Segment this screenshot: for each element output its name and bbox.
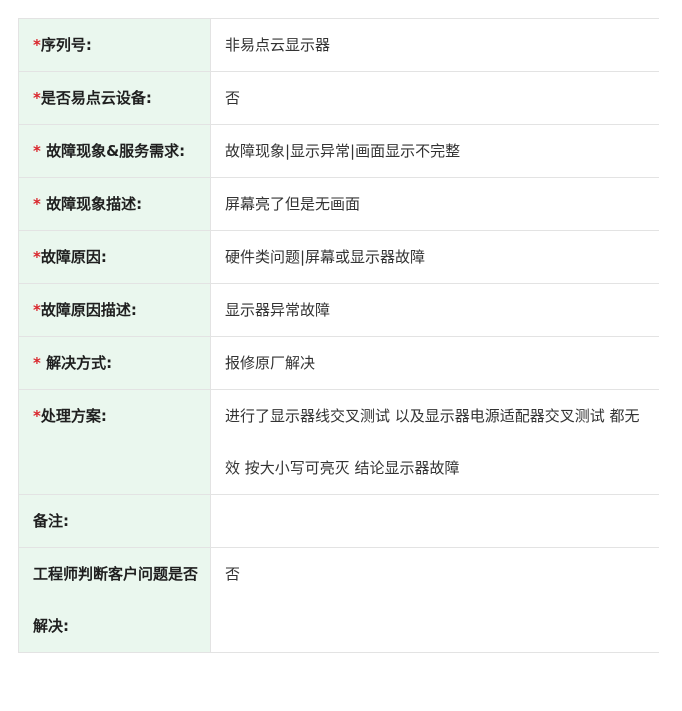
- table-row: *是否易点云设备: 否: [18, 71, 659, 125]
- table-row: *故障原因描述: 显示器异常故障: [18, 283, 659, 337]
- field-label-text: 解决方式:: [40, 354, 113, 372]
- field-label-fault-symptom: * 故障现象&服务需求:: [18, 124, 211, 178]
- field-value-fault-symptom: 故障现象|显示异常|画面显示不完整: [210, 124, 659, 178]
- field-label-serial-number: *序列号:: [18, 18, 211, 72]
- table-row: 工程师判断客户问题是否解决: 否: [18, 547, 659, 653]
- table-row: *故障原因: 硬件类问题|屏幕或显示器故障: [18, 230, 659, 284]
- required-mark: *: [33, 248, 41, 266]
- field-label-text: 故障原因:: [40, 248, 107, 266]
- field-label-text: 故障现象&服务需求:: [40, 142, 186, 160]
- field-value-handling-plan: 进行了显示器线交叉测试 以及显示器电源适配器交叉测试 都无效 按大小写可亮灭 结…: [210, 389, 659, 495]
- field-label-remarks: 备注:: [18, 494, 211, 548]
- field-label-is-device: *是否易点云设备:: [18, 71, 211, 125]
- field-label-cause-description: *故障原因描述:: [18, 283, 211, 337]
- required-mark: *: [33, 142, 41, 160]
- field-label-text: 是否易点云设备:: [40, 89, 152, 107]
- field-label-fault-cause: *故障原因:: [18, 230, 211, 284]
- table-row: 备注:: [18, 494, 659, 548]
- field-value-fault-cause: 硬件类问题|屏幕或显示器故障: [210, 230, 659, 284]
- table-row: * 故障现象&服务需求: 故障现象|显示异常|画面显示不完整: [18, 124, 659, 178]
- service-record-sheet: *序列号: 非易点云显示器 *是否易点云设备: 否 * 故障现象&服务需求: 故…: [18, 18, 659, 685]
- service-record-table: *序列号: 非易点云显示器 *是否易点云设备: 否 * 故障现象&服务需求: 故…: [18, 18, 659, 653]
- required-mark: *: [33, 354, 41, 372]
- required-mark: *: [33, 195, 41, 213]
- field-label-text: 备注:: [33, 512, 69, 530]
- field-label-text: 故障现象描述:: [40, 195, 143, 213]
- field-value-remarks: [210, 494, 659, 548]
- field-label-text: 处理方案:: [40, 407, 107, 425]
- required-mark: *: [33, 89, 41, 107]
- field-value-cause-description: 显示器异常故障: [210, 283, 659, 337]
- table-row: *序列号: 非易点云显示器: [18, 18, 659, 72]
- field-label-handling-plan: *处理方案:: [18, 389, 211, 495]
- field-label-resolution-method: * 解决方式:: [18, 336, 211, 390]
- required-mark: *: [33, 407, 41, 425]
- field-label-text: 故障原因描述:: [40, 301, 137, 319]
- field-label-engineer-judgement: 工程师判断客户问题是否解决:: [18, 547, 211, 653]
- field-value-symptom-description: 屏幕亮了但是无画面: [210, 177, 659, 231]
- field-label-text: 序列号:: [40, 36, 92, 54]
- field-value-resolution-method: 报修原厂解决: [210, 336, 659, 390]
- field-label-text: 工程师判断客户问题是否解决:: [33, 565, 199, 635]
- field-value-is-device: 否: [210, 71, 659, 125]
- field-value-serial-number: 非易点云显示器: [210, 18, 659, 72]
- table-row: * 故障现象描述: 屏幕亮了但是无画面: [18, 177, 659, 231]
- table-row: * 解决方式: 报修原厂解决: [18, 336, 659, 390]
- required-mark: *: [33, 301, 41, 319]
- table-row: *处理方案: 进行了显示器线交叉测试 以及显示器电源适配器交叉测试 都无效 按大…: [18, 389, 659, 495]
- required-mark: *: [33, 36, 41, 54]
- field-value-engineer-judgement: 否: [210, 547, 659, 653]
- field-label-symptom-description: * 故障现象描述:: [18, 177, 211, 231]
